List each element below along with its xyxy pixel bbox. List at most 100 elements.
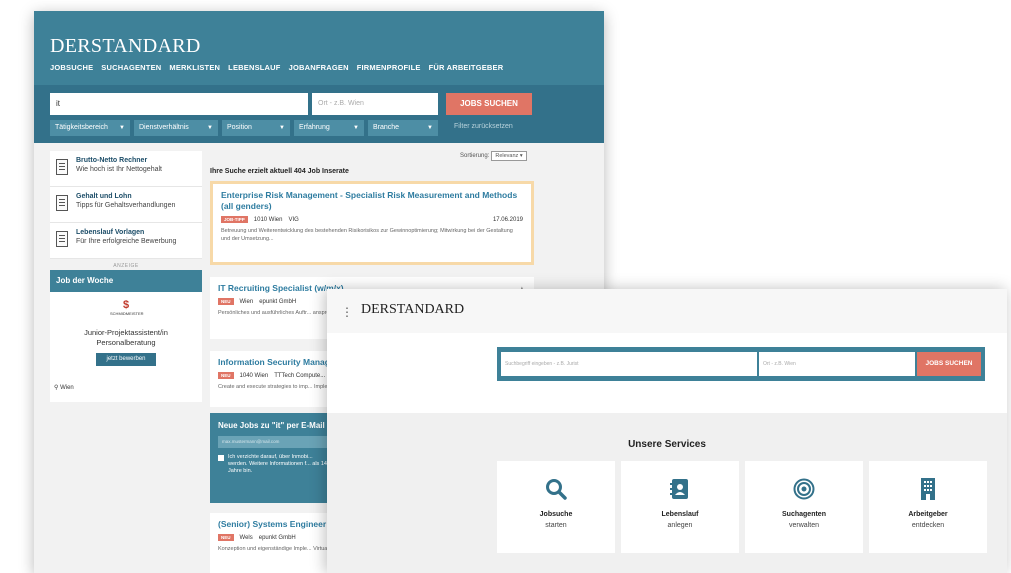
search-input[interactable]: it [50,93,308,115]
ad-label: ANZEIGE [113,263,139,269]
nav-item-fuer-arbeitgeber[interactable]: FÜR ARBEITGEBER [429,63,504,72]
filter-dienstverhaeltnis[interactable]: Dienstverhältnis ▼ [134,120,218,136]
tool-lebenslauf-vorlagen[interactable]: Lebenslauf Vorlagen Für Ihre erfolgreich… [50,223,202,259]
service-card-lebenslauf[interactable]: Lebenslauf anlegen [621,461,739,553]
filter-branche[interactable]: Branche ▼ [368,120,438,136]
company-logo: $ SCHMIDMEISTER [110,299,144,317]
job-tag: NEU [218,372,234,379]
calculator-icon [56,159,68,175]
jobs-suchen-button[interactable]: JOBS SUCHEN [917,352,981,376]
site-logo[interactable]: DERSTANDARD [50,35,201,58]
chevron-down-icon: ▼ [353,125,359,131]
tool-title: Lebenslauf Vorlagen [76,229,145,236]
main-nav: JOBSUCHE SUCHAGENTEN MERKLISTEN LEBENSLA… [50,63,503,72]
consent-checkbox[interactable] [218,455,224,461]
hero-section: Suchbegriff eingeben - z.B. Jurist Ort -… [327,333,1007,413]
job-title[interactable]: Enterprise Risk Management - Specialist … [221,190,523,212]
nav-item-jobsuche[interactable]: JOBSUCHE [50,63,93,72]
job-description: Betreuung und Weiterentwicklung des best… [221,228,513,242]
service-title: Lebenslauf [661,511,699,518]
sort-select[interactable]: Relevanz ▾ [491,151,527,161]
filter-erfahrung[interactable]: Erfahrung ▼ [294,120,364,136]
nav-item-firmenprofile[interactable]: FIRMENPROFILE [357,63,421,72]
job-card[interactable]: Enterprise Risk Management - Specialist … [210,181,534,265]
tool-gehalt-lohn[interactable]: Gehalt und Lohn Tipps für Gehaltsverhand… [50,187,202,223]
location-text: Wien [60,385,74,391]
tool-subtitle: Wie hoch ist Ihr Nettogehalt [76,166,162,173]
document-icon [56,231,68,247]
search-bar: it Ort - z.B. Wien JOBS SUCHEN Tätigkeit… [34,85,604,143]
job-location: Wien [239,298,254,305]
service-subtitle: entdecken [911,522,945,529]
menu-icon[interactable]: ⋮ [341,306,353,318]
search-bar: Suchbegriff eingeben - z.B. Jurist Ort -… [497,347,985,381]
job-location: Wels [239,534,253,541]
building-icon [921,478,935,500]
service-subtitle: starten [545,522,567,529]
site-logo[interactable]: DERSTANDARD [361,302,464,318]
sort-label: Sortierung: [460,153,490,159]
location-pin-icon: ⚲ [54,385,59,391]
jobs-suchen-button[interactable]: JOBS SUCHEN [446,93,532,115]
job-company: TTTech Compute... [274,372,326,379]
company-logo-text: SCHMIDMEISTER [110,311,144,316]
filter-position[interactable]: Position ▼ [222,120,290,136]
tool-subtitle: Tipps für Gehaltsverhandlungen [76,202,176,209]
nav-item-merklisten[interactable]: MERKLISTEN [169,63,220,72]
homepage-window: ⋮ DERSTANDARD Suchbegriff eingeben - z.B… [327,289,1007,573]
search-input[interactable]: Suchbegriff eingeben - z.B. Jurist [501,352,757,376]
job-title-line: Junior-Projektassistent/in [84,328,168,337]
sidebar: Brutto-Netto Rechner Wie hoch ist Ihr Ne… [50,151,202,402]
filter-label: Erfahrung [299,124,330,131]
nav-item-suchagenten[interactable]: SUCHAGENTEN [101,63,161,72]
contact-book-icon [670,479,688,499]
filter-taetigkeitsbereich[interactable]: Tätigkeitsbereich ▼ [50,120,130,136]
site-header: DERSTANDARD JOBSUCHE SUCHAGENTEN MERKLIS… [34,11,604,85]
result-count: Ihre Suche erzielt aktuell 404 Job Inser… [210,168,349,175]
filter-label: Tätigkeitsbereich [55,124,108,131]
reset-filters-link[interactable]: Filter zurücksetzen [454,123,513,130]
job-company: epunkt GmbH [259,298,297,305]
sort-control: Sortierung: Relevanz ▾ [460,151,527,161]
services-title: Unsere Services [628,439,706,450]
email-input[interactable]: max.mustermann@mail.com [218,436,328,448]
filter-label: Dienstverhältnis [139,124,189,131]
job-tag: NEU [218,534,234,541]
document-icon [56,195,68,211]
job-company: epunkt GmbH [258,534,296,541]
services-section: Unsere Services Jobsuche starten Lebensl… [327,413,1007,573]
nav-item-lebenslauf[interactable]: LEBENSLAUF [228,63,280,72]
nav-item-jobanfragen[interactable]: JOBANFRAGEN [289,63,349,72]
job-company: VIG [288,216,299,223]
service-title: Suchagenten [782,511,826,518]
service-card-suchagenten[interactable]: Suchagenten verwalten [745,461,863,553]
service-card-jobsuche[interactable]: Jobsuche starten [497,461,615,553]
chevron-down-icon: ▼ [427,125,433,131]
jetzt-bewerben-button[interactable]: jetzt bewerben [96,353,156,366]
job-der-woche-title[interactable]: Junior-Projektassistent/in Personalberat… [50,328,202,348]
consent-text: Ich verzichte darauf, über Inmobi... wer… [228,454,327,474]
job-tag: JOB-TIPP [221,216,248,223]
company-logo-icon: $ [122,299,130,311]
job-date: 17.06.2019 [492,216,523,223]
target-icon [793,478,815,500]
job-location: ⚲ Wien [54,384,74,391]
location-input[interactable]: Ort - z.B. Wien [312,93,438,115]
job-meta: JOB-TIPP 1010 Wien VIG 17.06.2019 [221,216,523,223]
sort-value: Relevanz [495,153,519,159]
filter-label: Position [227,124,252,131]
job-location: 1040 Wien [239,372,269,379]
service-subtitle: verwalten [789,522,819,529]
filter-row: Tätigkeitsbereich ▼ Dienstverhältnis ▼ Pos… [50,120,438,136]
tool-brutto-netto[interactable]: Brutto-Netto Rechner Wie hoch ist Ihr Ne… [50,151,202,187]
job-location: 1010 Wien [253,216,283,223]
service-card-arbeitgeber[interactable]: Arbeitgeber entdecken [869,461,987,553]
search-icon [546,479,567,500]
tool-title: Gehalt und Lohn [76,193,132,200]
location-input[interactable]: Ort - z.B. Wien [759,352,915,376]
job-title-line: Personalberatung [96,338,156,347]
top-bar: ⋮ DERSTANDARD [327,289,1007,333]
chevron-down-icon: ▼ [207,125,213,131]
tool-title: Brutto-Netto Rechner [76,157,148,164]
service-title: Arbeitgeber [908,511,948,518]
